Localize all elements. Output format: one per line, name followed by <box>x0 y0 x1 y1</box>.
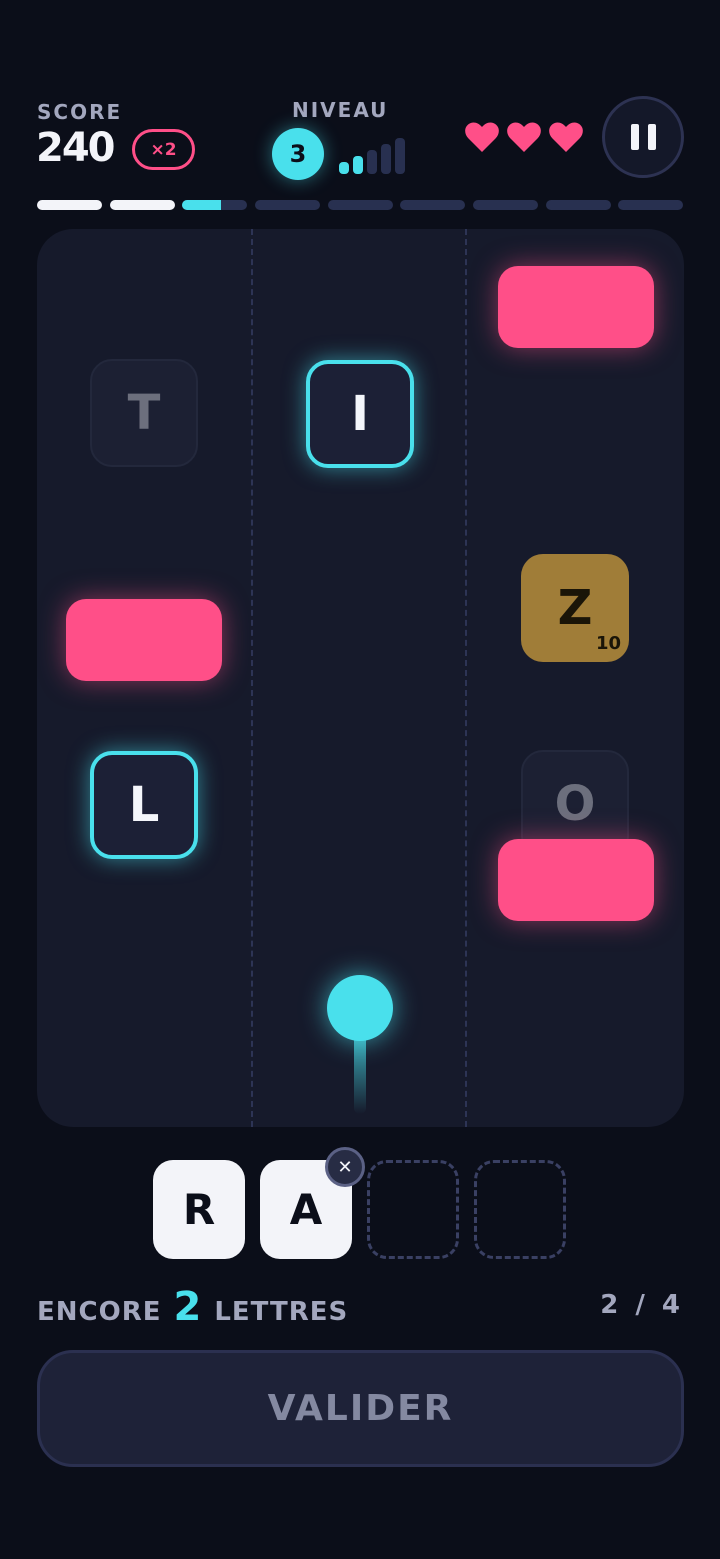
game-board[interactable]: T I Z 10 L O <box>37 229 684 1127</box>
lane-divider <box>251 229 253 1127</box>
level-label: NIVEAU <box>292 98 389 122</box>
letters-remaining: ENCORE 2 LETTRES <box>37 1284 348 1334</box>
tile-points: 10 <box>595 633 621 654</box>
remaining-count: 2 <box>173 1284 203 1330</box>
multiplier-badge: ×2 <box>132 129 195 170</box>
progress-segment <box>328 200 393 210</box>
progress-segment <box>618 200 683 210</box>
game-screen: SCORE 240 ×2 NIVEAU 3 T I Z 10 L O R A ✕… <box>0 0 720 1559</box>
letter-tile[interactable]: I <box>306 360 414 468</box>
level-progress <box>37 200 684 211</box>
bonus-letter-tile[interactable]: Z 10 <box>521 554 629 662</box>
progress-segment-current <box>182 200 247 210</box>
signal-bar-3 <box>367 150 377 174</box>
progress-segment <box>473 200 538 210</box>
letter-count-fraction: 2 / 4 <box>600 1290 684 1320</box>
validate-button[interactable]: VALIDER <box>37 1350 684 1467</box>
progress-segment <box>110 200 175 210</box>
letter-tile[interactable]: T <box>90 359 198 467</box>
lane-divider <box>465 229 467 1127</box>
lives <box>464 120 586 156</box>
heart-icon <box>507 122 541 152</box>
close-icon: ✕ <box>337 1156 353 1178</box>
signal-bar-1 <box>339 162 349 174</box>
signal-bar-5 <box>395 138 405 174</box>
obstacle-block <box>498 839 654 921</box>
tile-letter: Z <box>557 580 593 636</box>
remove-letter-button[interactable]: ✕ <box>325 1147 365 1187</box>
obstacle-block <box>66 599 222 681</box>
remaining-suffix: LETTRES <box>214 1297 349 1327</box>
pause-icon <box>630 124 639 150</box>
player-ball[interactable] <box>327 975 393 1041</box>
word-slot-empty[interactable] <box>367 1160 459 1259</box>
signal-bar-2 <box>353 156 363 174</box>
score-label: SCORE <box>37 100 123 124</box>
progress-segment <box>255 200 320 210</box>
remaining-prefix: ENCORE <box>37 1297 162 1327</box>
obstacle-block <box>498 266 654 348</box>
pause-button[interactable] <box>602 96 684 178</box>
signal-bar-4 <box>381 144 391 174</box>
difficulty-signal-icon <box>339 134 411 174</box>
heart-icon <box>465 122 499 152</box>
progress-segment <box>546 200 611 210</box>
word-slot-empty[interactable] <box>474 1160 566 1259</box>
progress-segment <box>37 200 102 210</box>
word-slot[interactable]: R <box>153 1160 245 1259</box>
level-badge: 3 <box>272 128 324 180</box>
score-value: 240 <box>36 125 115 171</box>
letter-tile[interactable]: L <box>90 751 198 859</box>
pause-icon <box>647 124 656 150</box>
heart-icon <box>549 122 583 152</box>
progress-segment <box>400 200 465 210</box>
